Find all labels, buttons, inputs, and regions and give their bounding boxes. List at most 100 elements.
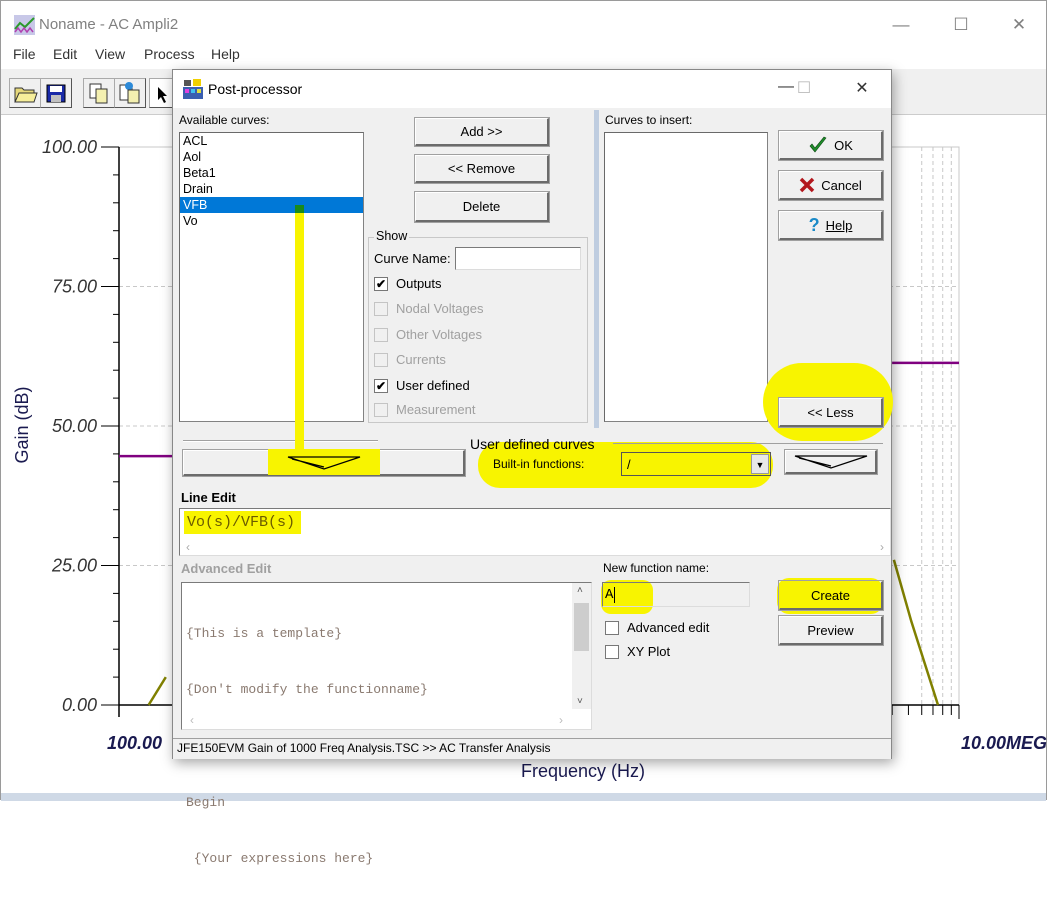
checkbox-checked[interactable]: ✔	[374, 378, 388, 393]
advanced-edit-textarea[interactable]: {This is a template} {Don't modify the f…	[181, 582, 592, 866]
title-bar: Noname - AC Ampli2 — ☐ ✕	[1, 5, 1046, 41]
available-curves-list[interactable]: ACL Aol Beta1 Drain VFB Vo	[179, 132, 364, 422]
checkbox-checked[interactable]: ✔	[374, 276, 388, 291]
menu-file[interactable]: File	[13, 46, 36, 62]
vertical-scrollbar[interactable]: ˄ ˅	[572, 583, 591, 709]
remove-button-label: << Remove	[447, 161, 516, 176]
close-button[interactable]: ✕	[999, 13, 1039, 37]
help-button[interactable]: ? Help	[778, 210, 884, 241]
annotation-marker	[295, 205, 304, 213]
new-function-name-label: New function name:	[603, 561, 710, 575]
save-button[interactable]	[40, 78, 72, 108]
cancel-button-label: Cancel	[821, 177, 862, 193]
curves-to-insert-list[interactable]	[604, 132, 768, 422]
menu-help[interactable]: Help	[211, 46, 240, 62]
list-item[interactable]: ACL	[180, 133, 363, 149]
list-item[interactable]: Beta1	[180, 165, 363, 181]
line-edit-label: Line Edit	[181, 490, 236, 505]
preview-button-label: Preview	[807, 622, 854, 638]
curve-name-input[interactable]	[455, 247, 581, 270]
x-tick-label: 10.00MEG	[961, 733, 1047, 753]
window-title: Noname - AC Ampli2	[39, 16, 179, 33]
help-button-label: Help	[825, 217, 853, 233]
list-item[interactable]: Vo	[180, 213, 363, 229]
new-function-name-input[interactable]: A	[602, 582, 750, 607]
series-line-rising-edge	[147, 676, 167, 706]
highlight-annotation	[295, 207, 304, 452]
advanced-edit-option-label: Advanced edit	[627, 620, 710, 635]
y-tick-label: 0.00	[62, 695, 97, 715]
divider	[183, 440, 378, 442]
less-button-label: << Less	[807, 404, 854, 420]
dialog-close-button[interactable]: ✕	[847, 78, 877, 100]
post-processor-dialog: Post-processor — ☐ ✕ Available curves: A…	[172, 69, 893, 866]
available-curves-label: Available curves:	[179, 113, 270, 127]
dialog-title: Post-processor	[208, 81, 303, 97]
add-button[interactable]: Add >>	[414, 117, 550, 147]
x-axis-label: Frequency (Hz)	[521, 761, 645, 781]
open-button[interactable]	[9, 78, 41, 108]
menu-bar: File Edit View Process Help	[1, 43, 1046, 67]
builtin-functions-select[interactable]: / ▼	[621, 452, 771, 476]
post-processor-icon	[183, 79, 203, 99]
measurement-label: Measurement	[396, 402, 476, 417]
expand-right-button[interactable]	[784, 449, 878, 475]
dialog-status-bar: JFE150EVM Gain of 1000 Freq Analysis.TSC…	[173, 738, 891, 759]
nodal-voltages-label: Nodal Voltages	[396, 301, 484, 316]
open-folder-icon	[14, 87, 38, 103]
y-tick-label: 50.00	[52, 416, 97, 436]
paste-icon	[119, 82, 140, 104]
checkbox-disabled	[374, 327, 388, 342]
create-button[interactable]: Create	[778, 580, 884, 611]
new-function-name-value: A	[605, 587, 616, 603]
x-icon	[800, 177, 815, 193]
scrollbar-thumb[interactable]	[574, 603, 589, 651]
line-edit-value: Vo(s)/VFB(s)	[184, 511, 302, 534]
maximize-button[interactable]: ☐	[941, 13, 981, 37]
list-item-selected[interactable]: VFB	[180, 197, 363, 213]
chevron-down-icon	[287, 455, 360, 470]
scroll-left-icon[interactable]: ‹	[190, 713, 194, 727]
scroll-up-icon[interactable]: ˄	[577, 585, 583, 596]
paste-button[interactable]	[114, 78, 146, 108]
copy-button[interactable]	[83, 78, 115, 108]
dialog-status-text: JFE150EVM Gain of 1000 Freq Analysis.TSC…	[177, 741, 551, 755]
code-line: {Don't modify the functionname}	[186, 681, 428, 697]
list-item[interactable]: Drain	[180, 181, 363, 197]
expand-left-button[interactable]	[182, 449, 466, 477]
delete-button[interactable]: Delete	[414, 191, 550, 223]
dropdown-arrow-icon[interactable]: ▼	[751, 454, 769, 474]
scroll-left-icon[interactable]: ‹	[186, 540, 190, 554]
advanced-edit-checkbox[interactable]: Advanced edit	[605, 620, 709, 635]
ok-button[interactable]: OK	[778, 130, 884, 161]
scroll-right-icon[interactable]: ›	[559, 713, 563, 727]
code-line: Begin	[186, 794, 226, 810]
save-icon	[46, 84, 66, 103]
list-item[interactable]: Aol	[180, 149, 363, 165]
outputs-checkbox[interactable]: ✔ Outputs	[374, 276, 442, 291]
preview-button[interactable]: Preview	[778, 615, 884, 646]
menu-process[interactable]: Process	[144, 46, 195, 62]
scroll-down-icon[interactable]: ˅	[577, 696, 583, 707]
curve-name-label: Curve Name:	[374, 251, 451, 266]
checkbox-unchecked[interactable]	[605, 620, 619, 635]
minimize-button[interactable]: —	[881, 13, 921, 37]
splitter[interactable]	[594, 110, 599, 428]
menu-edit[interactable]: Edit	[53, 46, 77, 62]
other-voltages-checkbox: Other Voltages	[374, 327, 482, 342]
scroll-right-icon[interactable]: ›	[880, 540, 884, 554]
user-defined-checkbox[interactable]: ✔ User defined	[374, 378, 470, 393]
menu-view[interactable]: View	[95, 46, 125, 62]
nodal-voltages-checkbox: Nodal Voltages	[374, 301, 483, 316]
checkbox-unchecked[interactable]	[605, 644, 619, 659]
series-line-falling-edge	[892, 559, 940, 706]
outputs-label: Outputs	[396, 276, 442, 291]
cancel-button[interactable]: Cancel	[778, 170, 884, 201]
y-tick-label: 25.00	[51, 556, 97, 576]
line-edit-input[interactable]: Vo(s)/VFB(s) ‹ ›	[179, 508, 891, 556]
code-line: {Your expressions here}	[186, 851, 374, 867]
xy-plot-checkbox[interactable]: XY Plot	[605, 644, 670, 659]
dialog-maximize-button: ☐	[796, 80, 812, 97]
remove-button[interactable]: << Remove	[414, 154, 550, 184]
less-button[interactable]: << Less	[778, 397, 884, 428]
